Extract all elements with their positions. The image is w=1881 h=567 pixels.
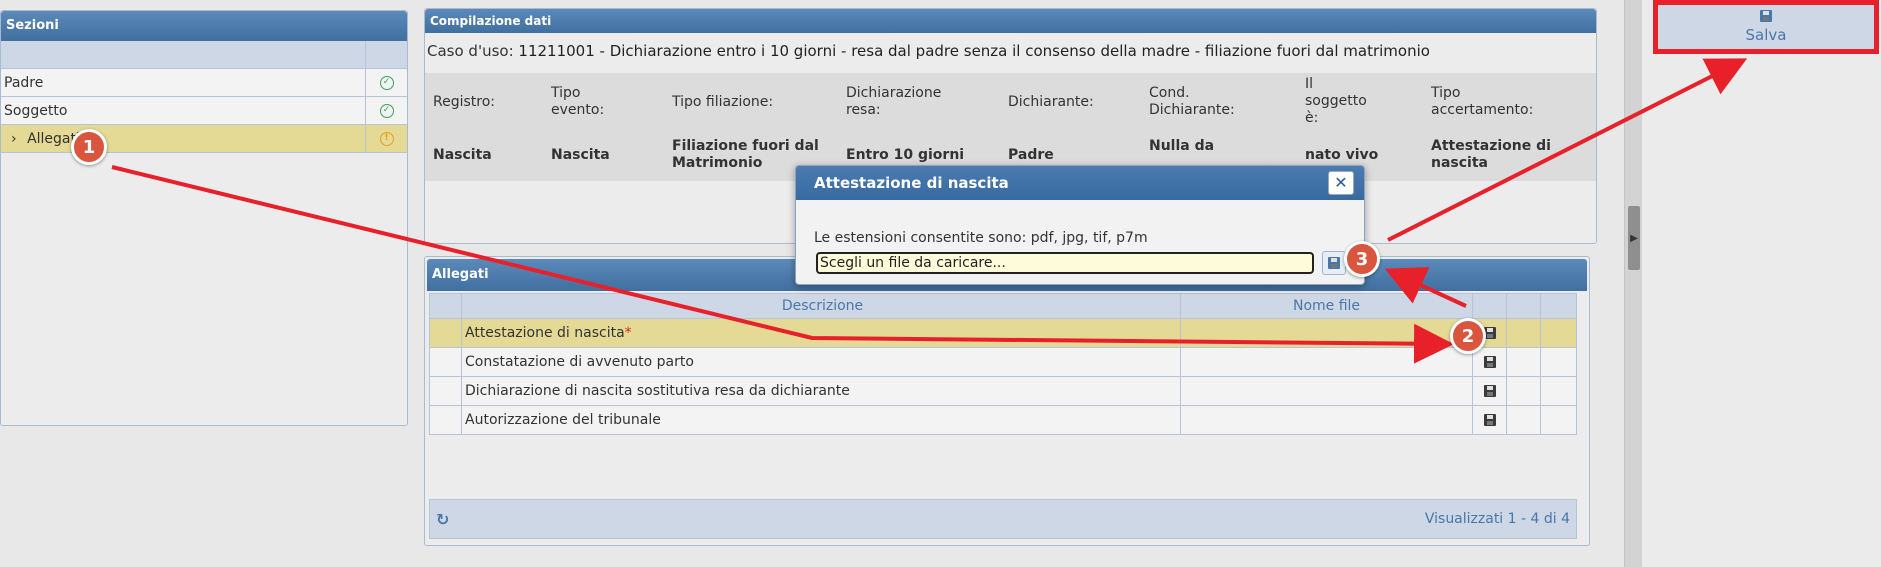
arrow-3-save [1387,58,1748,242]
annotation-arrows [111,58,1748,364]
step-marker-2: 2 [1450,318,1486,354]
arrow-1-2 [111,165,1454,364]
arrow-2-3 [1384,267,1467,308]
step-marker-1: 1 [71,129,107,165]
step-marker-3: 3 [1344,241,1380,277]
